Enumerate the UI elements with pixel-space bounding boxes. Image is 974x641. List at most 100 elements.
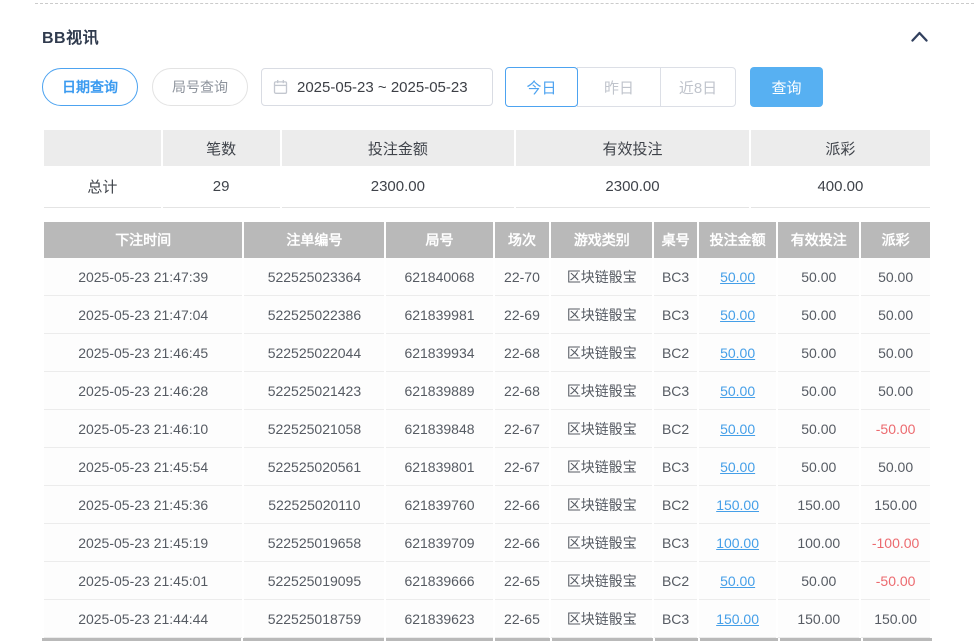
payout-cell: -100.00 [861,524,930,562]
bet-time-cell: 2025-05-23 21:47:04 [44,296,242,334]
summary-header-bet-amount: 投注金额 [282,130,515,166]
table-row: 2025-05-23 21:45:36522525020110621839760… [44,486,930,524]
bet-amount-link[interactable]: 50.00 [720,459,755,475]
table-number-cell: BC2 [654,486,697,524]
bet-amount-link[interactable]: 50.00 [720,307,755,323]
payout-cell: 50.00 [861,296,930,334]
bet-time-cell: 2025-05-23 21:46:28 [44,372,242,410]
bet-table-body: 2025-05-23 21:47:39522525023364621840068… [44,258,930,638]
filter-bar: 日期查询 局号查询 2025-05-23 ~ 2025-05-23 今日 昨日 … [42,67,932,107]
game-type-cell: 区块链骰宝 [551,372,652,410]
round-number-cell: 621839623 [386,600,492,638]
round-number-cell: 621840068 [386,258,492,296]
session-cell: 22-69 [495,296,550,334]
payout-cell: 150.00 [861,600,930,638]
bet-amount-link[interactable]: 50.00 [720,269,755,285]
bet-amount-link[interactable]: 50.00 [720,421,755,437]
section-header: BB视讯 [42,26,932,46]
col-header-game-type: 游戏类别 [551,222,652,258]
valid-bet-cell: 50.00 [778,334,859,372]
game-type-cell: 区块链骰宝 [551,410,652,448]
bet-amount-link[interactable]: 150.00 [716,497,759,513]
session-cell: 22-70 [495,258,550,296]
table-row: 2025-05-23 21:46:28522525021423621839889… [44,372,930,410]
session-cell: 22-65 [495,562,550,600]
summary-header-count: 笔数 [163,130,280,166]
table-number-cell: BC3 [654,524,697,562]
bet-records-table: 下注时间 注单编号 局号 场次 游戏类别 桌号 投注金额 有效投注 派彩 202… [42,222,932,638]
bet-time-cell: 2025-05-23 21:44:44 [44,600,242,638]
game-type-cell: 区块链骰宝 [551,448,652,486]
bet-amount-link[interactable]: 50.00 [720,573,755,589]
col-header-valid-bet: 有效投注 [778,222,859,258]
slip-number-cell: 522525021423 [244,372,384,410]
table-row: 2025-05-23 21:47:04522525022386621839981… [44,296,930,334]
bet-amount-link[interactable]: 150.00 [716,611,759,627]
payout-cell: 50.00 [861,448,930,486]
collapse-section-button[interactable] [906,26,932,46]
session-cell: 22-67 [495,448,550,486]
bet-amount-cell: 100.00 [699,524,776,562]
col-header-bet-amount: 投注金额 [699,222,776,258]
bet-table-header-row: 下注时间 注单编号 局号 场次 游戏类别 桌号 投注金额 有效投注 派彩 [44,222,930,258]
table-number-cell: BC3 [654,296,697,334]
game-type-cell: 区块链骰宝 [551,334,652,372]
game-type-cell: 区块链骰宝 [551,258,652,296]
session-cell: 22-65 [495,600,550,638]
table-number-cell: BC2 [654,410,697,448]
table-row: 2025-05-23 21:45:01522525019095621839666… [44,562,930,600]
game-type-cell: 区块链骰宝 [551,296,652,334]
quick-today-button[interactable]: 今日 [505,67,578,107]
table-row: 2025-05-23 21:46:10522525021058621839848… [44,410,930,448]
slip-number-cell: 522525019095 [244,562,384,600]
slip-number-cell: 522525022386 [244,296,384,334]
tab-date-query[interactable]: 日期查询 [42,68,138,106]
bb-video-section: BB视讯 日期查询 局号查询 2025-05-23 ~ 2025-05-23 今… [42,26,932,641]
summary-header-valid-bet: 有效投注 [516,130,749,166]
payout-cell: 50.00 [861,334,930,372]
bet-time-cell: 2025-05-23 21:45:54 [44,448,242,486]
summary-count-value: 29 [163,166,280,208]
bet-amount-cell: 50.00 [699,258,776,296]
payout-cell: -50.00 [861,562,930,600]
valid-bet-cell: 50.00 [778,410,859,448]
bet-time-cell: 2025-05-23 21:47:39 [44,258,242,296]
bet-amount-link[interactable]: 50.00 [720,345,755,361]
summary-total-label: 总计 [44,166,161,208]
slip-number-cell: 522525021058 [244,410,384,448]
valid-bet-cell: 50.00 [778,448,859,486]
payout-cell: 150.00 [861,486,930,524]
bet-amount-link[interactable]: 100.00 [716,535,759,551]
date-range-input[interactable]: 2025-05-23 ~ 2025-05-23 [261,68,493,106]
col-header-round-number: 局号 [386,222,492,258]
table-number-cell: BC3 [654,372,697,410]
bet-time-cell: 2025-05-23 21:46:10 [44,410,242,448]
tab-round-query[interactable]: 局号查询 [152,68,248,106]
round-number-cell: 621839889 [386,372,492,410]
summary-header-blank [44,130,161,166]
game-type-cell: 区块链骰宝 [551,486,652,524]
table-number-cell: BC2 [654,334,697,372]
quick-yesterday-button[interactable]: 昨日 [577,67,661,107]
game-type-cell: 区块链骰宝 [551,562,652,600]
session-cell: 22-67 [495,410,550,448]
bet-amount-cell: 50.00 [699,410,776,448]
round-number-cell: 621839801 [386,448,492,486]
slip-number-cell: 522525023364 [244,258,384,296]
chevron-up-icon [911,31,928,42]
section-title: BB视讯 [42,24,99,48]
bet-amount-cell: 50.00 [699,334,776,372]
query-button[interactable]: 查询 [750,67,823,107]
round-number-cell: 621839709 [386,524,492,562]
slip-number-cell: 522525018759 [244,600,384,638]
quick-last8days-button[interactable]: 近8日 [660,67,736,107]
bet-time-cell: 2025-05-23 21:45:01 [44,562,242,600]
summary-total-row: 总计 29 2300.00 2300.00 400.00 [44,166,930,208]
table-number-cell: BC3 [654,258,697,296]
summary-table: 笔数 投注金额 有效投注 派彩 总计 29 2300.00 2300.00 40… [42,130,932,208]
bet-amount-link[interactable]: 50.00 [720,383,755,399]
valid-bet-cell: 100.00 [778,524,859,562]
bet-time-cell: 2025-05-23 21:45:19 [44,524,242,562]
round-number-cell: 621839760 [386,486,492,524]
col-header-session: 场次 [495,222,550,258]
